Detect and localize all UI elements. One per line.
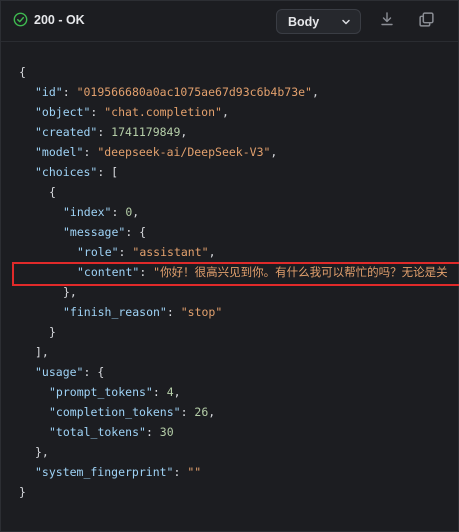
code-line: "message": {	[63, 225, 147, 239]
json-key: "finish_reason"	[63, 305, 167, 319]
json-key: "index"	[63, 205, 112, 219]
json-key: "object"	[35, 105, 91, 119]
code-line: "model": "deepseek-ai/DeepSeek-V3",	[35, 145, 278, 159]
code-line: "prompt_tokens": 4,	[49, 385, 181, 399]
json-value: "assistant"	[132, 245, 209, 259]
json-key: "created"	[35, 125, 98, 139]
code-line: "index": 0,	[63, 205, 140, 219]
json-response-body: { "id": "019566680a0ac1075ae67d93c6b4b73…	[1, 62, 459, 502]
json-value: 1741179849	[111, 125, 181, 139]
view-select[interactable]: Body	[276, 9, 361, 34]
code-line: }	[19, 485, 26, 499]
response-panel: 200 - OK Body {"id": "019566680a0ac1075…	[0, 0, 459, 532]
code-line: "role": "assistant",	[77, 245, 216, 259]
json-key: "content"	[77, 265, 140, 279]
code-line: "content": "你好！很高兴见到你。有什么我可以帮忙的吗？无论是关	[77, 265, 448, 279]
json-value: "stop"	[180, 305, 223, 319]
code-line: },	[63, 285, 77, 299]
json-key: "completion_tokens"	[49, 405, 181, 419]
code-line: }	[49, 325, 56, 339]
code-line: {	[49, 185, 56, 199]
download-icon	[379, 11, 395, 31]
chevron-down-icon	[341, 12, 351, 31]
json-key: "message"	[63, 225, 126, 239]
code-line: ],	[35, 345, 49, 359]
content-value: "你好！很高兴见到你。有什么我可以帮忙的吗？无论是关	[153, 265, 448, 279]
code-line: "finish_reason": "stop"	[63, 305, 223, 319]
json-value: 4	[166, 385, 174, 399]
code-line: {	[19, 65, 26, 79]
code-line: },	[35, 445, 49, 459]
json-value: 26	[194, 405, 209, 419]
json-key: "id"	[35, 85, 63, 99]
json-value: "chat.completion"	[104, 105, 222, 119]
json-key: "prompt_tokens"	[49, 385, 153, 399]
copy-button[interactable]	[416, 11, 436, 31]
json-key: "total_tokens"	[49, 425, 146, 439]
code-line: "id": "019566680a0ac1075ae67d93c6b4b73e"…	[35, 85, 319, 99]
json-value: ""	[187, 465, 202, 479]
code-line: "usage": {	[35, 365, 105, 379]
code-line: "system_fingerprint": ""	[35, 465, 202, 479]
check-circle-icon	[13, 12, 28, 27]
json-value: "019566680a0ac1075ae67d93c6b4b73e"	[76, 85, 312, 99]
code-line: "created": 1741179849,	[35, 125, 188, 139]
view-select-label: Body	[288, 14, 320, 29]
json-key: "system_fingerprint"	[35, 465, 174, 479]
code-line: "total_tokens": 30	[49, 425, 174, 439]
json-key: "model"	[35, 145, 84, 159]
status-text: 200 - OK	[34, 12, 85, 27]
copy-icon	[418, 11, 435, 32]
code-line: "object": "chat.completion",	[35, 105, 229, 119]
code-line: "choices": [	[35, 165, 119, 179]
download-button[interactable]	[377, 11, 397, 31]
response-header: 200 - OK Body	[1, 1, 458, 42]
status-indicator: 200 - OK	[13, 12, 85, 27]
json-value: "deepseek-ai/DeepSeek-V3"	[97, 145, 271, 159]
json-key: "choices"	[35, 165, 98, 179]
code-line: "completion_tokens": 26,	[49, 405, 216, 419]
json-value: 30	[159, 425, 174, 439]
json-key: "role"	[77, 245, 119, 259]
json-key: "usage"	[35, 365, 84, 379]
